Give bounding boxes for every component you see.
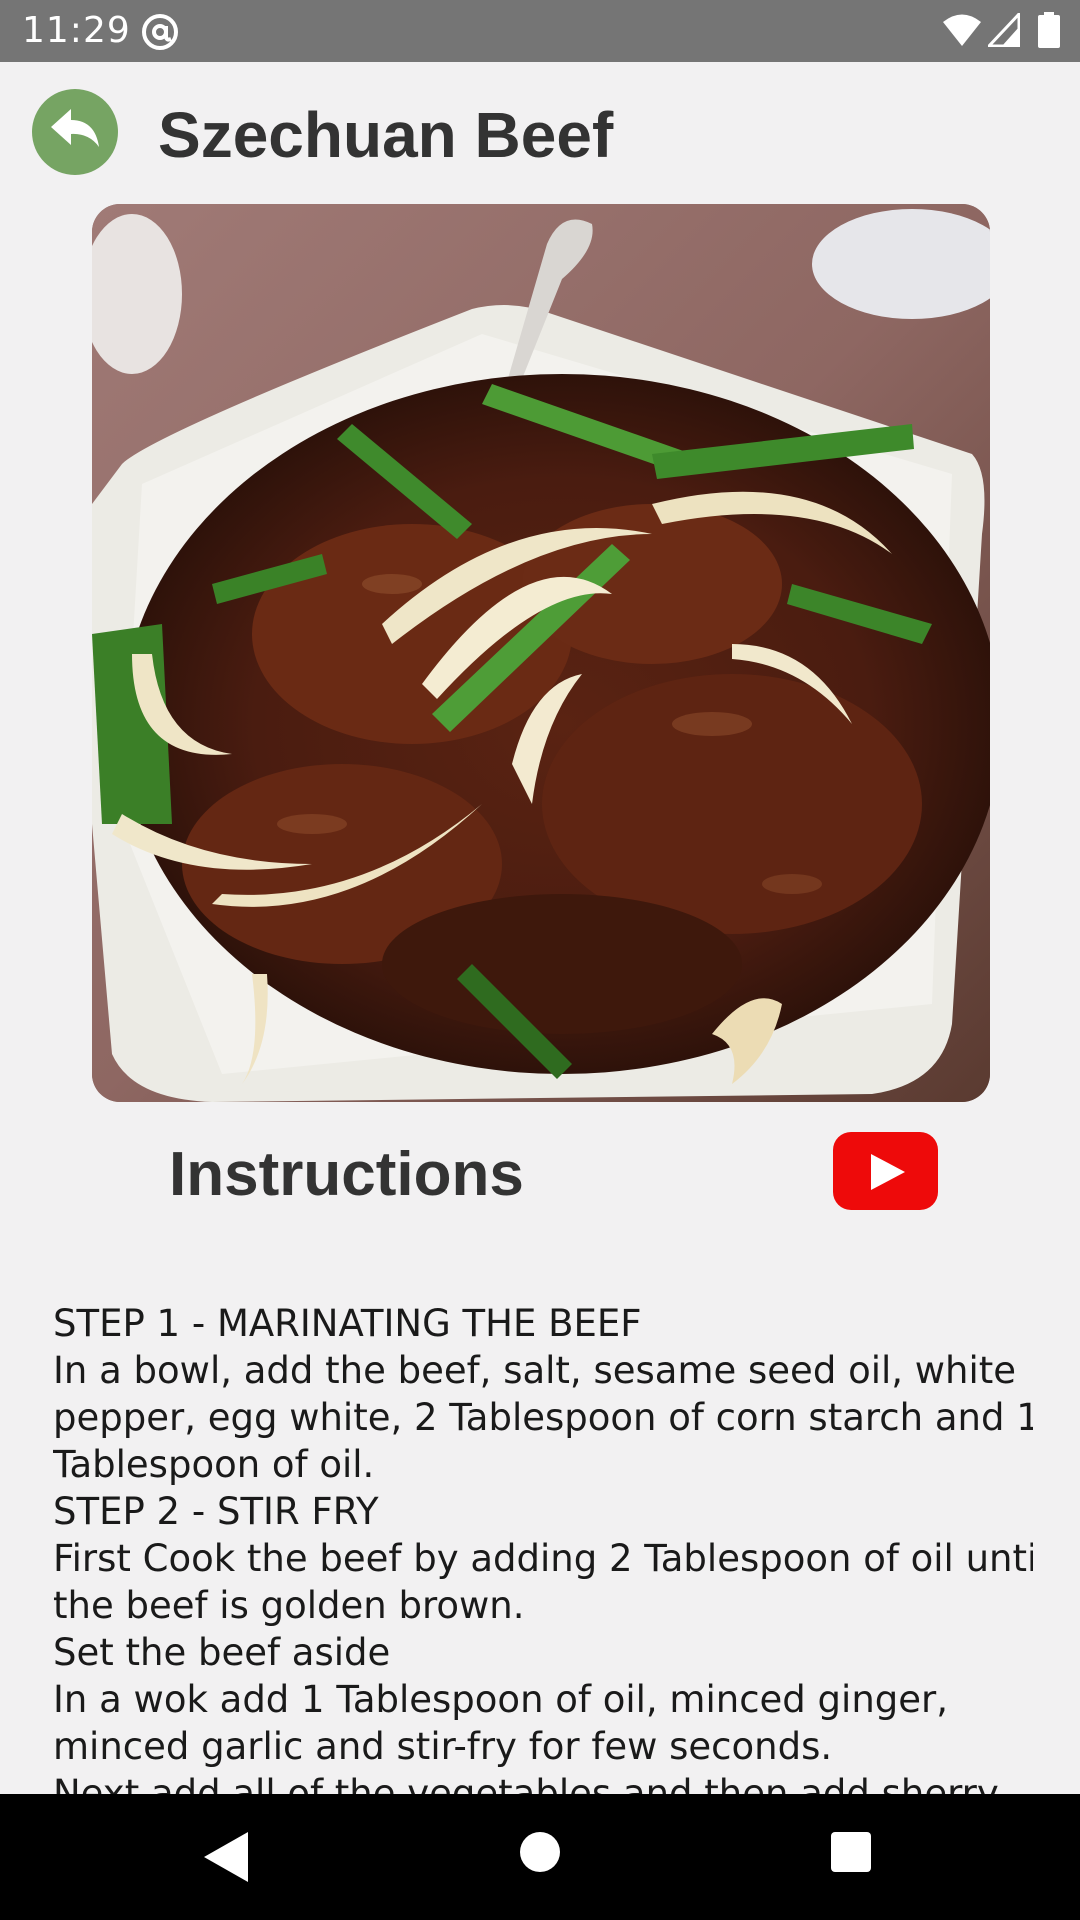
instruction-line: Set the beef aside [53,1631,391,1674]
nav-back-icon[interactable] [204,1832,248,1882]
recipe-image [92,204,990,1102]
recipe-detail-screen: 11:29 Szechuan Beef Instructions STEP 1 … [0,0,1080,1920]
instruction-line: the beef is golden brown. [53,1584,525,1627]
youtube-play-icon [871,1154,905,1190]
instruction-line: First Cook the beef by adding 2 Tablespo… [53,1537,1033,1580]
status-bar: 11:29 [0,0,1080,62]
instruction-line: Next add all of the vegetables and then … [53,1772,999,1794]
at-sign-icon [142,14,178,50]
instruction-line: Tablespoon of oil. [53,1443,375,1486]
status-time: 11:29 [22,10,131,51]
back-button[interactable] [32,89,118,175]
instruction-line: STEP 2 - STIR FRY [53,1490,379,1533]
instruction-line: pepper, egg white, 2 Tablespoon of corn … [53,1396,1033,1439]
instruction-line: minced garlic and stir-fry for few secon… [53,1725,833,1768]
nav-home-icon[interactable] [520,1832,560,1872]
battery-icon [1038,12,1060,48]
back-arrow-icon [51,109,99,147]
youtube-button[interactable] [833,1132,938,1210]
navigation-bar [0,1794,1080,1920]
page-title: Szechuan Beef [158,99,614,171]
wifi-icon [943,14,981,46]
instruction-line: In a bowl, add the beef, salt, sesame se… [53,1349,1017,1392]
instruction-line: STEP 1 - MARINATING THE BEEF [53,1302,642,1345]
szechuan-beef-photo [92,204,990,1102]
instructions-heading: Instructions [169,1140,524,1209]
signal-icon [988,13,1020,47]
instruction-line: In a wok add 1 Tablespoon of oil, minced… [53,1678,948,1721]
instructions-text: STEP 1 - MARINATING THE BEEF In a bowl, … [53,1300,1033,1794]
nav-recents-icon[interactable] [831,1832,871,1872]
